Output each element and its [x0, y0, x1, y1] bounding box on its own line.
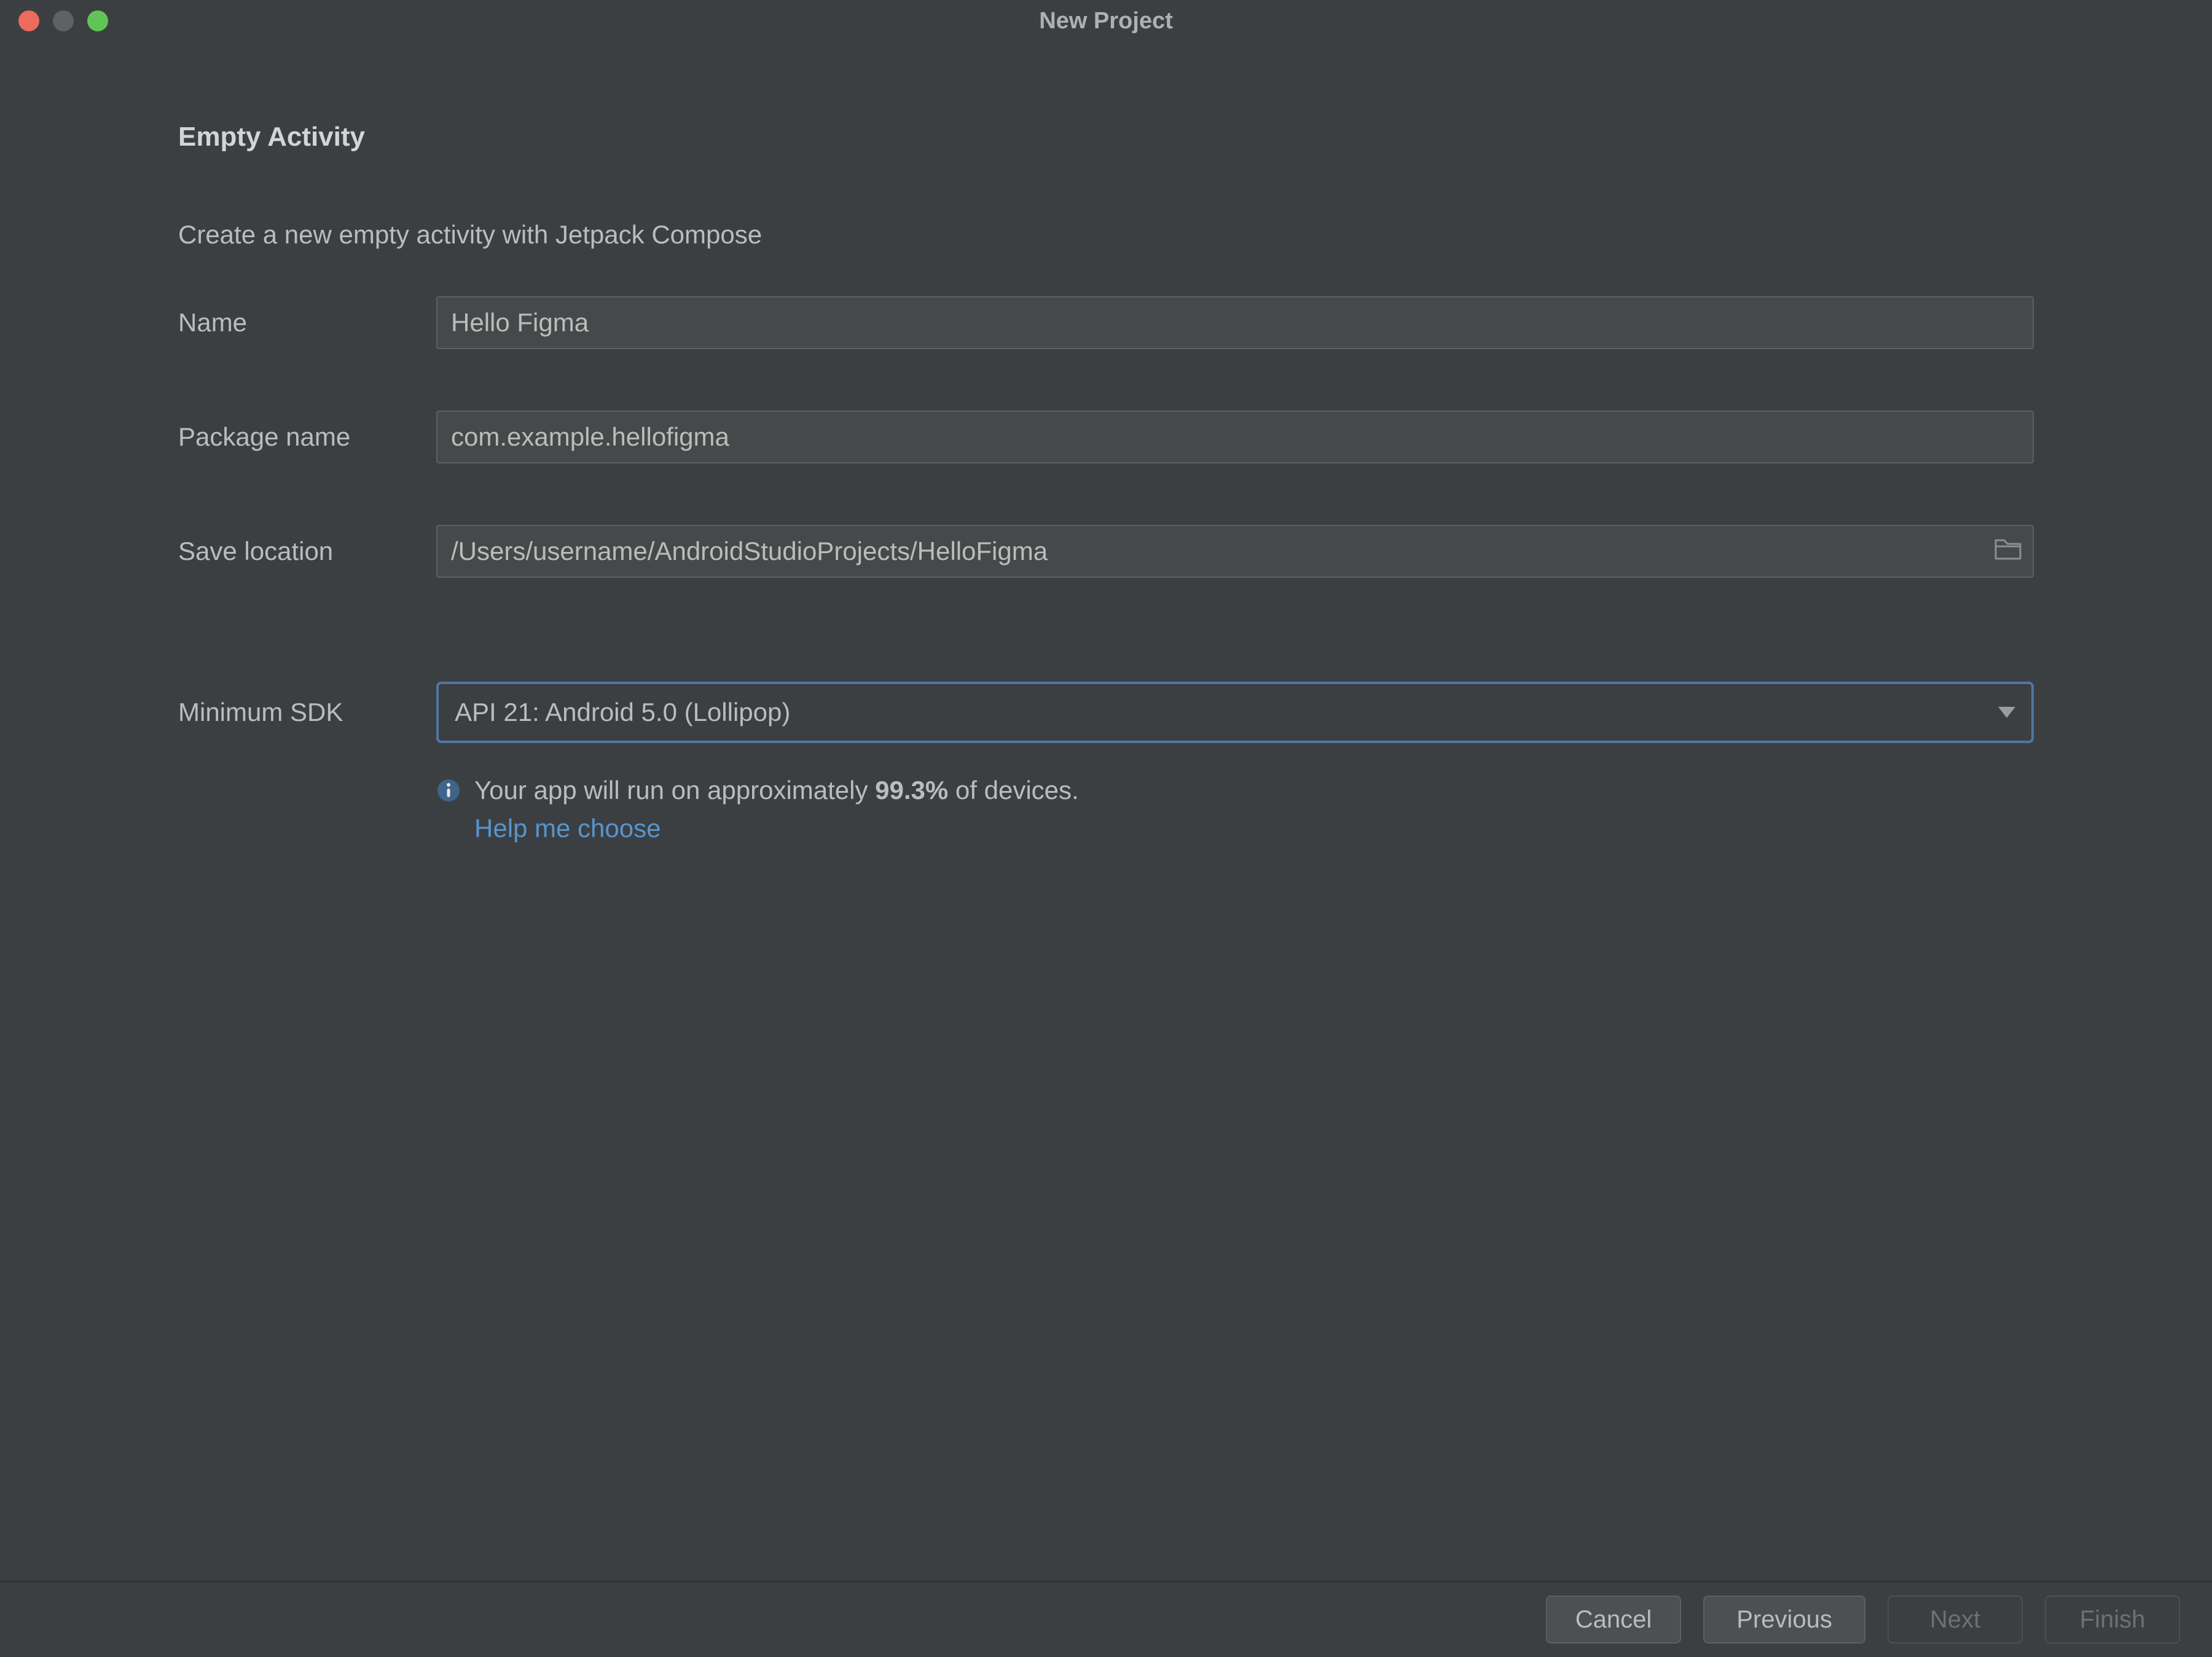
close-window-button[interactable] [18, 10, 39, 31]
chevron-down-icon [1998, 707, 2015, 718]
sdk-select[interactable]: API 21: Android 5.0 (Lollipop) [436, 682, 2034, 743]
location-value: /Users/username/AndroidStudioProjects/He… [451, 537, 1048, 566]
new-project-window: New Project Empty Activity Create a new … [0, 0, 2212, 1657]
name-label: Name [178, 308, 436, 337]
previous-button[interactable]: Previous [1703, 1596, 1865, 1643]
folder-icon[interactable] [1994, 537, 2022, 566]
name-row: Name [178, 296, 2034, 349]
page-subheading: Create a new empty activity with Jetpack… [178, 220, 2034, 250]
sdk-value: API 21: Android 5.0 (Lollipop) [455, 698, 790, 727]
package-label: Package name [178, 422, 436, 452]
info-icon [436, 778, 461, 803]
cancel-button[interactable]: Cancel [1546, 1596, 1681, 1643]
sdk-row: Minimum SDK API 21: Android 5.0 (Lollipo… [178, 686, 2034, 739]
info-suffix: of devices. [948, 776, 1078, 805]
name-input[interactable] [436, 296, 2034, 349]
info-percent: 99.3% [875, 776, 948, 805]
footer: Cancel Previous Next Finish [0, 1581, 2212, 1657]
window-controls [18, 10, 108, 31]
info-prefix: Your app will run on approximately [474, 776, 875, 805]
location-input[interactable]: /Users/username/AndroidStudioProjects/He… [436, 525, 2034, 578]
page-heading: Empty Activity [178, 122, 2034, 152]
next-button: Next [1888, 1596, 2023, 1643]
help-me-choose-link[interactable]: Help me choose [474, 814, 2034, 843]
window-title: New Project [0, 8, 2212, 34]
minimize-window-button[interactable] [53, 10, 74, 31]
zoom-window-button[interactable] [87, 10, 108, 31]
content-area: Empty Activity Create a new empty activi… [0, 42, 2212, 1581]
sdk-info: Your app will run on approximately 99.3%… [436, 776, 2034, 843]
location-row: Save location /Users/username/AndroidStu… [178, 525, 2034, 578]
package-row: Package name [178, 411, 2034, 463]
sdk-label: Minimum SDK [178, 698, 436, 727]
finish-button: Finish [2045, 1596, 2180, 1643]
sdk-coverage-text: Your app will run on approximately 99.3%… [436, 776, 2034, 805]
location-label: Save location [178, 537, 436, 566]
package-input[interactable] [436, 411, 2034, 463]
titlebar: New Project [0, 0, 2212, 42]
